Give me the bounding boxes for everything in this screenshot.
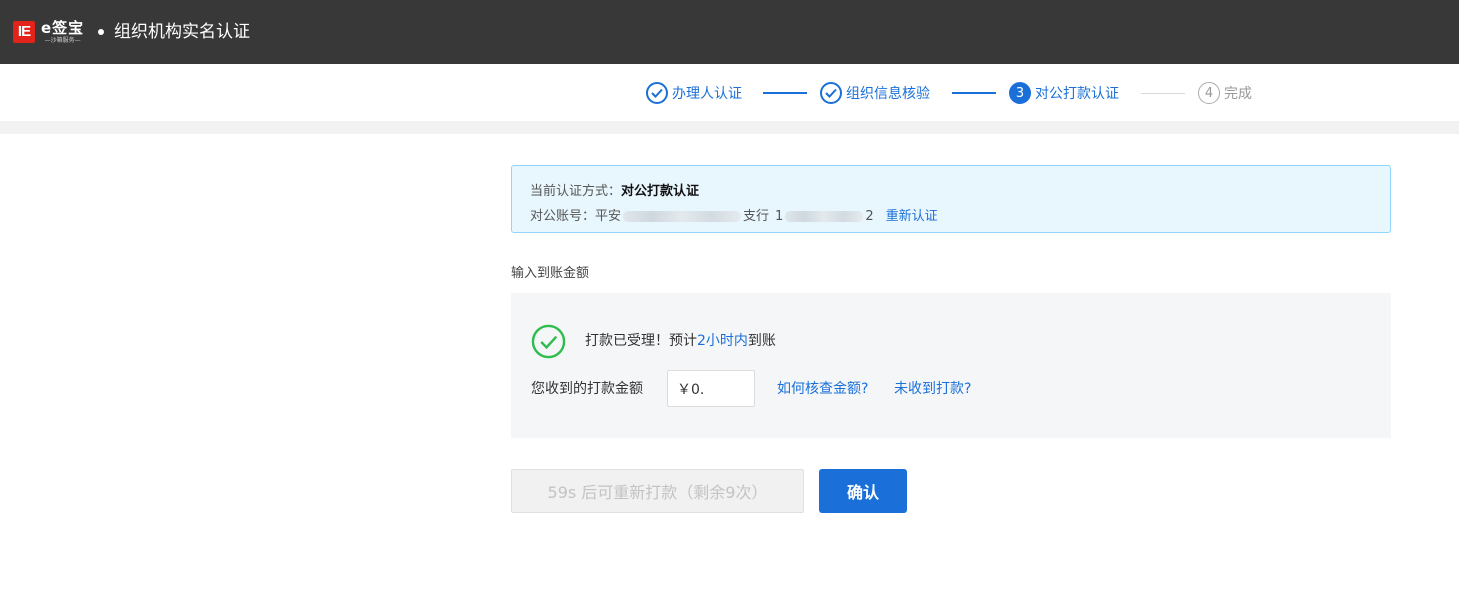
account-number-suffix: 2 <box>865 209 874 224</box>
check-icon <box>820 82 842 104</box>
step-label: 完成 <box>1224 86 1252 102</box>
divider-band <box>0 121 1459 134</box>
resend-button[interactable]: 59s 后可重新打款（剩余9次） <box>511 469 804 513</box>
auth-method-value: 对公打款认证 <box>621 184 700 199</box>
amount-label: 您收到的打款金额 <box>531 381 643 397</box>
step-number-icon: 4 <box>1198 82 1220 104</box>
check-icon <box>646 82 668 104</box>
step-number-icon: 3 <box>1009 82 1031 104</box>
reauth-link[interactable]: 重新认证 <box>886 204 938 229</box>
step-connector <box>952 92 996 94</box>
auth-method-row: 当前认证方式： 对公打款认证 <box>530 179 1372 204</box>
step-org-verify: 组织信息核验 <box>820 82 930 104</box>
transfer-status-text: 打款已受理！预计2小时内到账 <box>585 331 776 351</box>
auth-info-box: 当前认证方式： 对公打款认证 对公账号： 平安 支行 1 2 重新认证 <box>511 165 1391 233</box>
status-eta: 2小时内 <box>697 333 748 349</box>
account-row: 对公账号： 平安 支行 1 2 重新认证 <box>530 204 1372 229</box>
amount-input[interactable] <box>667 370 755 407</box>
account-key: 对公账号： <box>530 209 596 224</box>
amount-panel: 打款已受理！预计2小时内到账 您收到的打款金额 如何核查金额? 未收到打款? <box>511 293 1391 438</box>
account-bank-suffix: 支行 <box>743 209 770 224</box>
success-check-icon <box>531 324 566 359</box>
logo[interactable]: IE e签宝 —沙箱服务— <box>13 20 84 44</box>
redacted-account-number <box>785 211 864 222</box>
logo-subtitle: —沙箱服务— <box>44 37 81 44</box>
status-text-before: 打款已受理！预计 <box>585 333 697 349</box>
page-title: 组织机构实名认证 <box>114 22 250 42</box>
account-number-prefix: 1 <box>775 209 784 224</box>
account-bank-prefix: 平安 <box>595 209 622 224</box>
step-label: 组织信息核验 <box>846 86 930 102</box>
confirm-button[interactable]: 确认 <box>819 469 907 513</box>
progress-steps: 办理人认证 组织信息核验 3 对公打款认证 4 完成 <box>0 64 1459 121</box>
logo-mark-icon: IE <box>13 21 35 43</box>
logo-text: e签宝 —沙箱服务— <box>41 20 84 44</box>
how-to-check-link[interactable]: 如何核查金额? <box>777 379 868 399</box>
status-text-after: 到账 <box>747 333 776 349</box>
auth-method-key: 当前认证方式： <box>530 184 622 199</box>
step-connector <box>1141 93 1185 94</box>
step-connector <box>763 92 807 94</box>
step-operator-auth: 办理人认证 <box>646 82 742 104</box>
step-complete: 4 完成 <box>1198 82 1252 104</box>
step-label: 办理人认证 <box>672 86 742 102</box>
top-bar: IE e签宝 —沙箱服务— 组织机构实名认证 <box>0 0 1459 64</box>
not-received-link[interactable]: 未收到打款? <box>894 379 971 399</box>
step-bank-transfer: 3 对公打款认证 <box>1009 82 1119 104</box>
redacted-bank-name <box>623 211 742 222</box>
title-separator-dot <box>98 29 104 35</box>
step-label: 对公打款认证 <box>1035 86 1119 102</box>
section-label: 输入到账金额 <box>511 266 590 281</box>
logo-name: e签宝 <box>41 19 85 37</box>
